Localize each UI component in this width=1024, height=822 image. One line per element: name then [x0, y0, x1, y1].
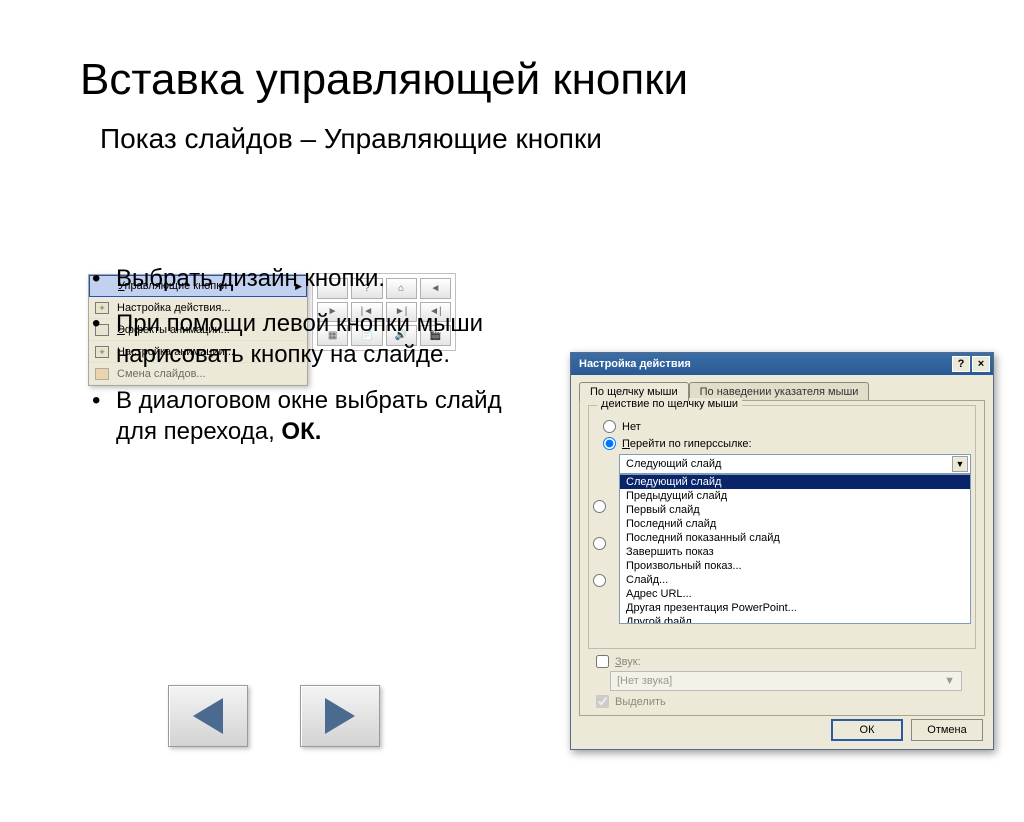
list-item[interactable]: Другая презентация PowerPoint...	[620, 601, 970, 615]
list-item[interactable]: Следующий слайд	[620, 475, 970, 489]
slide-title: Вставка управляющей кнопки	[80, 55, 1024, 105]
chevron-down-icon: ▼	[944, 675, 955, 687]
checkbox-input[interactable]	[596, 655, 609, 668]
next-slide-button[interactable]	[300, 685, 380, 747]
triangle-left-icon	[193, 698, 223, 734]
sound-checkbox[interactable]: Звук:	[596, 655, 984, 668]
checkbox-label: Выделить	[615, 696, 666, 708]
hyperlink-combo[interactable]: Следующий слайд ▼	[619, 454, 971, 474]
list-item: Выбрать дизайн кнопки.	[88, 263, 528, 294]
chevron-down-icon[interactable]: ▼	[952, 456, 968, 472]
prev-slide-button[interactable]	[168, 685, 248, 747]
radio-hyperlink[interactable]: Перейти по гиперссылке:	[603, 437, 975, 450]
help-button[interactable]: ?	[952, 356, 970, 372]
radio-run-program[interactable]	[593, 500, 606, 513]
sound-value: [Нет звука]	[617, 675, 672, 687]
extra-radios	[593, 500, 606, 587]
list-item[interactable]: Адрес URL...	[620, 587, 970, 601]
dialog-title: Настройка действия	[579, 358, 691, 370]
nav-action-buttons	[168, 685, 380, 747]
sound-combo: [Нет звука] ▼	[610, 671, 962, 691]
radio-none[interactable]: Нет	[603, 420, 975, 433]
close-button[interactable]: ×	[972, 356, 990, 372]
list-item[interactable]: Слайд...	[620, 573, 970, 587]
instruction-list: Выбрать дизайн кнопки. При помощи левой …	[88, 263, 528, 447]
radio-input[interactable]	[603, 437, 616, 450]
list-item[interactable]: Предыдущий слайд	[620, 489, 970, 503]
list-item[interactable]: Другой файл...	[620, 615, 970, 624]
dialog-tabs: По щелчку мыши По наведении указателя мы…	[579, 381, 993, 400]
click-action-group: Действие по щелчку мыши Нет Перейти по г…	[588, 405, 976, 649]
radio-label: Нет	[622, 421, 641, 433]
checkbox-label: Звук:	[615, 656, 641, 668]
checkbox-input	[596, 695, 609, 708]
list-item[interactable]: Последний показанный слайд	[620, 531, 970, 545]
radio-input[interactable]	[603, 420, 616, 433]
list-item[interactable]: Первый слайд	[620, 503, 970, 517]
radio-label: Перейти по гиперссылке:	[622, 438, 752, 450]
hyperlink-listbox[interactable]: Следующий слайд Предыдущий слайд Первый …	[619, 474, 971, 624]
radio-run-macro[interactable]	[593, 537, 606, 550]
ok-button[interactable]: ОК	[831, 719, 903, 741]
list-item[interactable]: Произвольный показ...	[620, 559, 970, 573]
dialog-panel: Действие по щелчку мыши Нет Перейти по г…	[579, 400, 985, 716]
radio-object-action[interactable]	[593, 574, 606, 587]
list-item[interactable]: Последний слайд	[620, 517, 970, 531]
cancel-button[interactable]: Отмена	[911, 719, 983, 741]
dialog-titlebar: Настройка действия ? ×	[571, 353, 993, 375]
tab-mouse-click[interactable]: По щелчку мыши	[579, 382, 689, 401]
action-settings-dialog: Настройка действия ? × По щелчку мыши По…	[570, 352, 994, 750]
dialog-buttons: ОК Отмена	[831, 719, 983, 741]
list-item: При помощи левой кнопки мыши нарисовать …	[88, 308, 528, 370]
list-item[interactable]: Завершить показ	[620, 545, 970, 559]
triangle-right-icon	[325, 698, 355, 734]
combo-value: Следующий слайд	[626, 458, 721, 470]
list-item: В диалоговом окне выбрать слайд для пере…	[88, 385, 528, 447]
highlight-checkbox: Выделить	[596, 695, 984, 708]
slide-subtitle: Показ слайдов – Управляющие кнопки	[100, 123, 1024, 155]
